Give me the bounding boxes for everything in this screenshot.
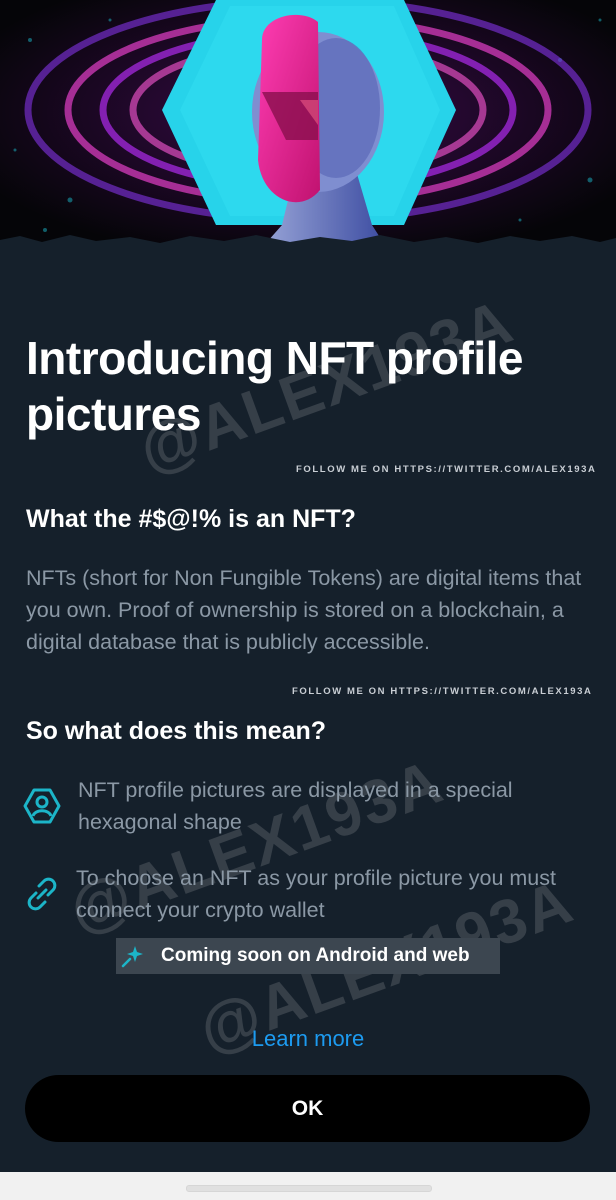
feature-connect-wallet: To choose an NFT as your profile picture… <box>22 862 592 926</box>
torn-edge <box>0 235 616 250</box>
feature-hexagonal-shape: NFT profile pictures are displayed in a … <box>22 774 592 838</box>
ok-button[interactable]: OK <box>25 1075 590 1142</box>
nft-hexagon-head-illustration <box>0 0 616 250</box>
dialog-title: Introducing NFT profile pictures <box>26 332 524 440</box>
section-heading-what-is-nft: What the #$@!% is an NFT? <box>26 505 356 533</box>
coming-soon-banner: Coming soon on Android and web <box>116 938 500 974</box>
watermark-credit: FOLLOW ME ON HTTPS://TWITTER.COM/ALEX193… <box>296 464 597 475</box>
learn-more-link[interactable]: Learn more <box>0 1026 616 1052</box>
watermark-credit: FOLLOW ME ON HTTPS://TWITTER.COM/ALEX193… <box>292 686 593 697</box>
hexagon-profile-icon <box>22 786 62 826</box>
sparkle-icon <box>120 943 146 969</box>
link-icon <box>22 874 62 914</box>
gesture-handle[interactable] <box>186 1185 432 1192</box>
nft-description: NFTs (short for Non Fungible Tokens) are… <box>26 566 582 654</box>
section-heading-what-it-means: So what does this mean? <box>26 717 327 745</box>
coming-soon-text: Coming soon on Android and web <box>161 945 470 966</box>
feature-text: NFT profile pictures are displayed in a … <box>78 778 513 834</box>
hero-artwork <box>0 0 616 250</box>
system-navigation-bar <box>0 1172 616 1200</box>
feature-text: To choose an NFT as your profile picture… <box>76 866 556 922</box>
